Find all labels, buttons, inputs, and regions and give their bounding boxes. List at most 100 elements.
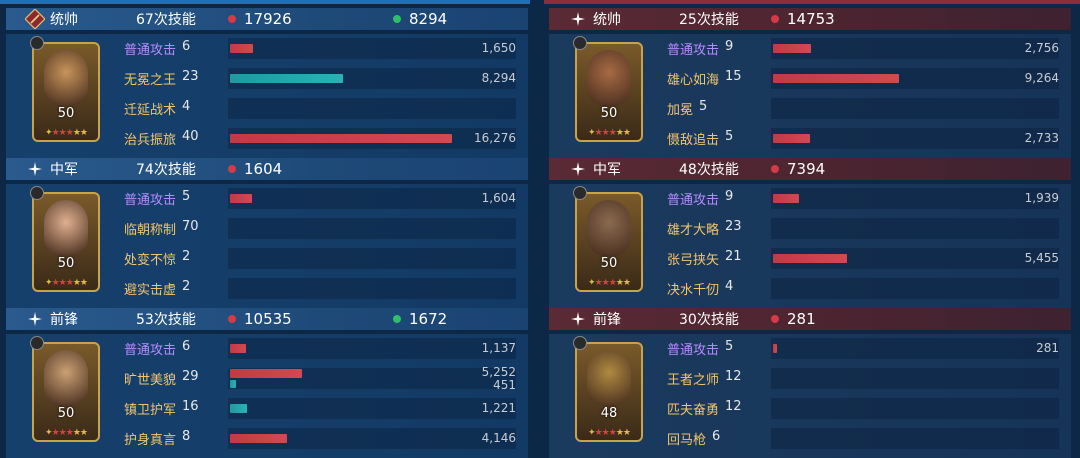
total-damage-value: 7394 (787, 160, 826, 178)
skill-row: 无冕之王 23 8,294 (124, 65, 522, 92)
skill-row: 加冕 5 (667, 95, 1065, 122)
skill-name: 避实击虚 2 (124, 279, 224, 298)
bar-track (228, 38, 516, 59)
skill-row: 匹夫奋勇 12 (667, 395, 1065, 422)
skill-row: 回马枪 6 (667, 425, 1065, 452)
damage-value: 5,455 (1024, 251, 1059, 265)
skill-label: 普通攻击 (667, 193, 720, 208)
total-damage: 17926 (228, 10, 393, 28)
skill-row: 普通攻击 5 281 (667, 335, 1065, 362)
skill-label: 普通攻击 (667, 343, 720, 358)
skill-name: 治兵振旅 40 (124, 129, 224, 148)
total-damage-value: 1604 (244, 160, 283, 178)
damage-value: 9,264 (1024, 71, 1059, 85)
damage-value: 1,137 (481, 341, 516, 355)
skill-row: 普通攻击 9 2,756 (667, 35, 1065, 62)
role-label: 前锋 (593, 312, 621, 328)
general-level: 50 (57, 406, 75, 421)
damage-bar (773, 44, 811, 53)
damage-bar (230, 344, 246, 353)
skill-name: 雄心如海 15 (667, 69, 767, 88)
bar-track (771, 278, 1059, 299)
bar-track (771, 218, 1059, 239)
general-card-header: 中军 48次技能 7394 (549, 158, 1071, 180)
general-level: 50 (600, 256, 618, 271)
skill-count: 74次技能 (136, 162, 196, 178)
general-level: 50 (57, 106, 75, 121)
skill-row: 普通攻击 6 1,650 (124, 35, 522, 62)
skill-level: 5 (699, 99, 708, 114)
skill-label: 无冕之王 (124, 73, 177, 88)
portrait-face (44, 200, 88, 256)
bar-track (771, 128, 1059, 149)
general-portrait[interactable]: 48 ✦★★★★★ (575, 342, 643, 442)
skill-row: 慑敌追击 5 2,733 (667, 125, 1065, 152)
general-card-body: 50 ✦★★★★★ 普通攻击 9 1,939 雄才大略 23 张弓挟矢 21 5,455 决水千仞 4 (549, 184, 1071, 308)
horse-icon (30, 186, 44, 200)
total-damage: 7394 (771, 160, 936, 178)
star-rating: ✦★★★★★ (588, 278, 631, 288)
skill-level: 70 (182, 219, 199, 234)
general-card-header: 中军 74次技能 1604 (6, 158, 528, 180)
skill-level: 6 (182, 339, 191, 354)
skill-level: 23 (182, 69, 199, 84)
skill-count: 67次技能 (136, 12, 196, 28)
skill-row: 张弓挟矢 21 5,455 (667, 245, 1065, 272)
general-portrait[interactable]: 50 ✦★★★★★ (575, 192, 643, 292)
portrait-face (44, 50, 88, 106)
skill-name: 普通攻击 9 (667, 189, 767, 208)
red-dot-icon (771, 15, 779, 23)
general-card-body: 50 ✦★★★★★ 普通攻击 5 1,604 临朝称制 70 处变不惊 2 避实击虚 2 (6, 184, 528, 308)
skill-row: 处变不惊 2 (124, 245, 522, 272)
red-dot-icon (228, 315, 236, 323)
skill-label: 回马枪 (667, 433, 707, 448)
skill-level: 5 (725, 339, 734, 354)
skill-row: 治兵振旅 40 16,276 (124, 125, 522, 152)
star-rating: ✦★★★★★ (45, 278, 88, 288)
general-portrait[interactable]: 50 ✦★★★★★ (32, 342, 100, 442)
skill-level: 5 (182, 189, 191, 204)
skill-name: 加冕 5 (667, 99, 767, 118)
general-portrait[interactable]: 50 ✦★★★★★ (32, 192, 100, 292)
skill-level: 23 (725, 219, 742, 234)
role-label: 前锋 (50, 312, 78, 328)
general-portrait[interactable]: 50 ✦★★★★★ (32, 42, 100, 142)
skill-label: 决水千仞 (667, 283, 720, 298)
horse-icon (573, 36, 587, 50)
bar-track (771, 338, 1059, 359)
portrait-face (587, 350, 631, 406)
role-label: 统帅 (593, 12, 621, 28)
skill-label: 护身真言 (124, 433, 177, 448)
total-heal-value: 8294 (409, 10, 448, 28)
skill-name: 旷世美貌 29 (124, 369, 224, 388)
total-damage-value: 14753 (787, 10, 835, 28)
general-card-header: 前锋 53次技能 10535 1672 (6, 308, 528, 330)
damage-bar (773, 344, 777, 353)
general-card-body: 50 ✦★★★★★ 普通攻击 6 1,650 无冕之王 23 8,294 迁延战术 4 治兵振旅 40… (6, 34, 528, 158)
skill-row: 普通攻击 9 1,939 (667, 185, 1065, 212)
skill-label: 雄才大略 (667, 223, 720, 238)
portrait-face (587, 200, 631, 256)
portrait-face (44, 350, 88, 406)
skill-row: 避实击虚 2 (124, 275, 522, 302)
general-card: 前锋 30次技能 281 48 ✦★★★★★ 普通攻击 5 281 王者之师 12 匹夫奋勇 12 回马… (543, 308, 1080, 458)
skill-level: 2 (182, 249, 191, 264)
sparkle-icon (563, 308, 593, 330)
skill-level: 16 (182, 399, 199, 414)
skill-name: 回马枪 6 (667, 429, 767, 448)
bar-track (771, 188, 1059, 209)
general-card-body: 48 ✦★★★★★ 普通攻击 5 281 王者之师 12 匹夫奋勇 12 回马枪 6 (549, 334, 1071, 458)
skill-label: 张弓挟矢 (667, 253, 720, 268)
skill-level: 40 (182, 129, 199, 144)
bar-track (228, 98, 516, 119)
damage-value: 1,650 (481, 41, 516, 55)
damage-bar (773, 194, 799, 203)
skill-name: 普通攻击 6 (124, 339, 224, 358)
damage-value: 16,276 (474, 131, 516, 145)
general-portrait[interactable]: 50 ✦★★★★★ (575, 42, 643, 142)
total-heal: 8294 (393, 10, 447, 28)
skill-level: 29 (182, 369, 199, 384)
skill-name: 普通攻击 5 (124, 189, 224, 208)
skill-label: 普通攻击 (124, 43, 177, 58)
damage-value: 4,146 (481, 431, 516, 445)
